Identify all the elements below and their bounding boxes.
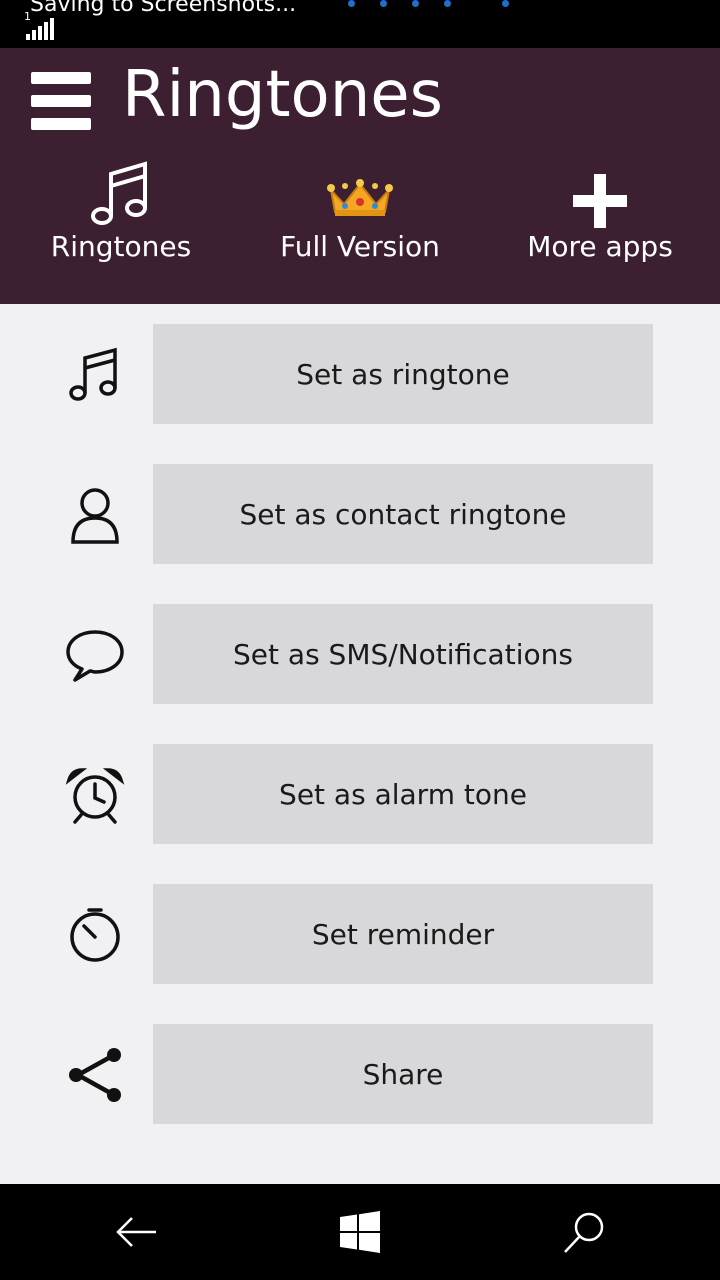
action-row-sms: Set as SMS/Notifications (0, 604, 720, 704)
status-notification: Saving to Screenshots... (30, 0, 297, 17)
set-as-alarm-tone-button[interactable]: Set as alarm tone (153, 744, 653, 844)
music-notes-icon (91, 161, 147, 225)
nav-more-apps[interactable]: More apps (500, 160, 700, 270)
action-row-share: Share (0, 1024, 720, 1124)
nav-ringtones-label: Ringtones (50, 230, 192, 263)
action-row-reminder: Set reminder (0, 884, 720, 984)
plus-icon (573, 174, 627, 228)
progress-dots (346, 0, 526, 8)
alarm-clock-icon (65, 768, 125, 824)
app-header: Ringtones Ringtones Full Version More ap… (0, 48, 720, 304)
nav-full-version[interactable]: Full Version (260, 160, 460, 270)
search-icon[interactable] (560, 1208, 608, 1256)
action-row-alarm: Set as alarm tone (0, 744, 720, 844)
back-arrow-icon[interactable] (112, 1208, 160, 1256)
music-notes-icon (69, 347, 117, 401)
timer-icon (70, 908, 120, 962)
crown-icon (327, 179, 393, 216)
nav-more-apps-label: More apps (527, 230, 673, 263)
page-title: Ringtones (122, 58, 443, 132)
nav-full-version-label: Full Version (280, 230, 440, 263)
set-as-sms-notifications-button[interactable]: Set as SMS/Notifications (153, 604, 653, 704)
system-nav-bar (0, 1184, 720, 1280)
hamburger-menu-icon[interactable] (31, 72, 91, 130)
nav-ringtones[interactable]: Ringtones (21, 160, 221, 270)
share-button[interactable]: Share (153, 1024, 653, 1124)
action-row-contact-ringtone: Set as contact ringtone (0, 464, 720, 564)
share-icon (69, 1048, 121, 1102)
action-row-ringtone: Set as ringtone (0, 324, 720, 424)
set-as-ringtone-button[interactable]: Set as ringtone (153, 324, 653, 424)
chat-bubble-icon (66, 630, 124, 682)
set-as-contact-ringtone-button[interactable]: Set as contact ringtone (153, 464, 653, 564)
windows-logo-icon[interactable] (336, 1208, 384, 1256)
set-reminder-button[interactable]: Set reminder (153, 884, 653, 984)
person-icon (71, 488, 119, 544)
status-bar: 1 Saving to Screenshots... (0, 0, 720, 48)
